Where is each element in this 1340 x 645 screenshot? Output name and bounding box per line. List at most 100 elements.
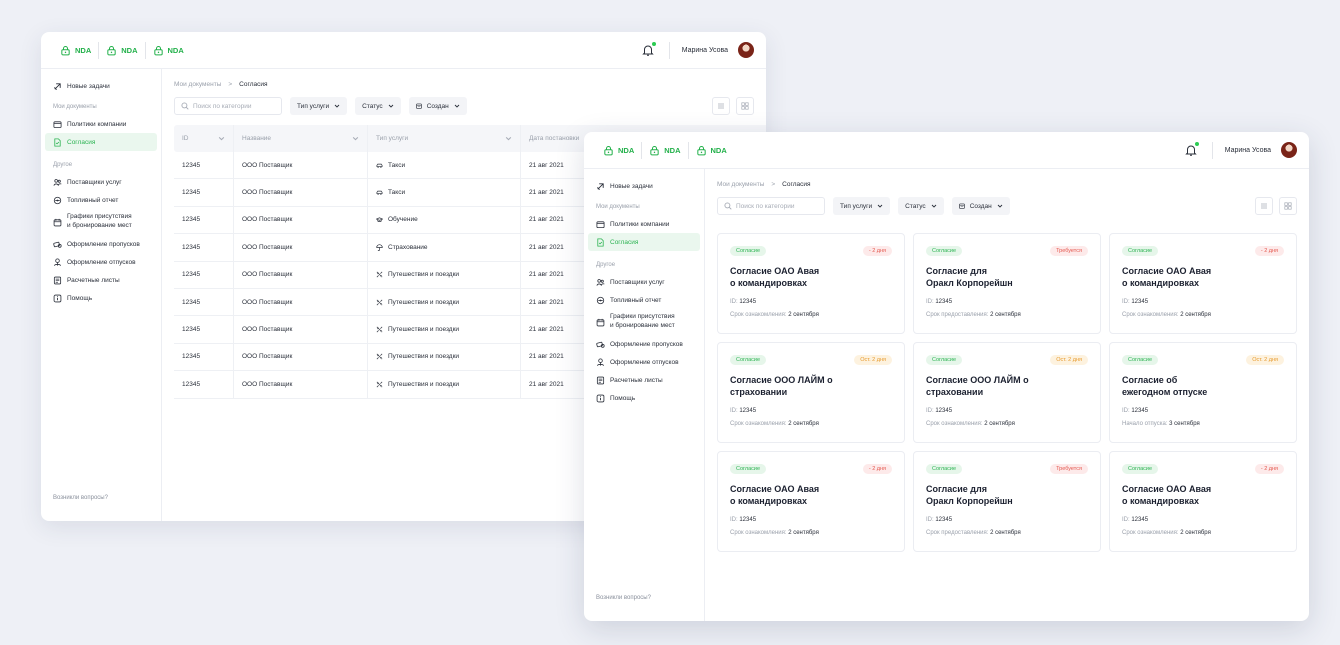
column-header-type[interactable]: Тип услуги [368,125,521,152]
consent-card[interactable]: Согласие Ост. 2 дня Согласие ООО ЛАЙМ о ст… [913,342,1101,443]
sidebar-item-fuel[interactable]: Топливный отчет [41,191,161,209]
sidebar-item-vacation[interactable]: Оформление отпусков [41,253,161,271]
car-icon [376,189,383,196]
filter-service-type[interactable]: Тип услуги [833,197,891,215]
sidebar-item-payslip[interactable]: Расчетные листы [584,371,704,389]
user-name[interactable]: Марина Усова [1225,147,1271,154]
sidebar-item-help[interactable]: Помощь [584,389,704,407]
plane-icon [376,299,383,306]
sidebar-item-users[interactable]: Поставщики услуг [41,173,161,191]
cell-name: ООО Поставщик [234,371,368,398]
search-input[interactable]: Поиск по категории [717,197,825,215]
breadcrumb: Мои документы > Согласия [717,181,811,188]
breadcrumb-current: Согласия [782,181,811,188]
status-badge: Ост. 2 дня [1050,355,1088,365]
list-icon [717,102,725,110]
breadcrumb-root[interactable]: Мои документы [174,81,221,88]
folder-icon [596,220,605,229]
avatar[interactable] [1281,142,1297,158]
cell-date: 21 авг 2021 [529,216,564,224]
breadcrumb-root[interactable]: Мои документы [717,181,764,188]
graduation-icon [376,216,383,223]
card-id: ID: 12345 [730,299,757,305]
cell-name: ООО Поставщик [234,316,368,343]
sidebar-item-new-tasks[interactable]: Новые задачи [584,177,704,195]
grid-view-button[interactable] [1279,197,1297,215]
category-badge: Согласие [1122,355,1159,365]
search-input[interactable]: Поиск по категории [174,97,282,115]
filter-status[interactable]: Статус [355,97,401,115]
consent-card[interactable]: Согласие Требуется Согласие для Оракл Корп… [913,233,1101,334]
card-id: ID: 12345 [730,408,757,414]
column-header-id[interactable]: ID [174,125,234,152]
consent-card[interactable]: Согласие - 2 дня Согласие ОАО Авая о коман… [717,233,905,334]
consent-card[interactable]: Согласие - 2 дня Согласие ОАО Авая о коман… [1109,451,1297,552]
consent-card[interactable]: Согласие Требуется Согласие для Оракл Корп… [913,451,1101,552]
toolbar: Поиск по категории Тип услуги Статус Соз… [717,197,1297,215]
cell-type: Путешествия и поездки [368,343,521,371]
cell-date: 21 авг 2021 [529,243,564,251]
filter-created[interactable]: Создан [951,197,1010,215]
breadcrumb: Мои документы > Согласия [174,81,268,88]
grid-view-button[interactable] [736,97,754,115]
card-deadline: Срок ознакомления: 2 сентября [1122,530,1211,536]
consent-card[interactable]: Согласие - 2 дня Согласие ОАО Авая о коман… [717,451,905,552]
sidebar-item-users[interactable]: Поставщики услуг [584,273,704,291]
cell-id: 12345 [174,179,234,206]
cell-id: 12345 [174,206,234,234]
category-badge: Согласие [1122,246,1159,256]
filter-created[interactable]: Создан [408,97,467,115]
consent-card[interactable]: Согласие Ост. 2 дня Согласие ООО ЛАЙМ о ст… [717,342,905,443]
sidebar-item-vacation[interactable]: Оформление отпусков [584,353,704,371]
status-badge: - 2 дня [862,246,892,256]
sidebar-item-help[interactable]: Помощь [41,289,161,307]
nda-tab[interactable]: NDA [689,145,734,156]
sidebar-item-new-tasks[interactable]: Новые задачи [41,77,161,95]
nda-tab[interactable]: NDA [53,45,98,56]
avatar[interactable] [738,42,754,58]
filter-service-type[interactable]: Тип услуги [290,97,348,115]
list-view-button[interactable] [1255,197,1273,215]
sidebar-item-policies[interactable]: Политики компании [584,215,704,233]
cell-date: 21 авг 2021 [529,353,564,361]
lock-icon [649,145,660,156]
filter-status[interactable]: Статус [898,197,944,215]
nda-tab[interactable]: NDA [99,45,144,56]
fuel-icon [53,196,62,205]
help-questions-link[interactable]: Возникли вопросы? [596,595,651,601]
card-deadline: Срок ознакомления: 2 сентября [1122,312,1211,318]
sidebar-item-consents[interactable]: Согласия [588,233,700,251]
sidebar-item-policies[interactable]: Политики компании [41,115,161,133]
nda-tab[interactable]: NDA [146,45,191,56]
nda-tab[interactable]: NDA [596,145,641,156]
chevron-down-icon [931,203,937,209]
plane-icon [376,271,383,278]
column-header-date[interactable]: Дата постановки [521,125,579,152]
sidebar-item-pass[interactable]: Оформление пропусков [41,235,161,253]
breadcrumb-separator: > [228,81,233,88]
help-questions-link[interactable]: Возникли вопросы? [53,495,108,501]
sidebar-item-consents[interactable]: Согласия [45,133,157,151]
list-view-button[interactable] [712,97,730,115]
sidebar-item-payslip[interactable]: Расчетные листы [41,271,161,289]
sidebar-item-calendar[interactable]: Графики присутствия и бронирование мест [41,209,161,235]
pass-icon [53,240,62,249]
consent-card[interactable]: Согласие Ост. 2 дня Согласие об ежегодном … [1109,342,1297,443]
chevron-down-icon [334,103,340,109]
card-title: Согласие ООО ЛАЙМ о страховании [730,375,833,398]
status-badge: - 2 дня [862,464,892,474]
category-badge: Согласие [730,464,767,474]
calendar-icon [415,103,422,109]
card-title: Согласие ОАО Авая о командировках [1122,484,1212,507]
sidebar-item-fuel[interactable]: Топливный отчет [584,291,704,309]
nda-tab[interactable]: NDA [642,145,687,156]
notification-bell-icon[interactable] [641,41,657,57]
consent-card[interactable]: Согласие - 2 дня Согласие ОАО Авая о коман… [1109,233,1297,334]
notification-bell-icon[interactable] [1184,141,1200,157]
column-header-name[interactable]: Название [234,125,368,152]
status-badge: - 2 дня [1254,464,1284,474]
sidebar-item-pass[interactable]: Оформление пропусков [584,335,704,353]
sidebar-item-calendar[interactable]: Графики присутствия и бронирование мест [584,309,704,335]
user-name[interactable]: Марина Усова [682,47,728,54]
nda-tab-label: NDA [121,45,138,55]
